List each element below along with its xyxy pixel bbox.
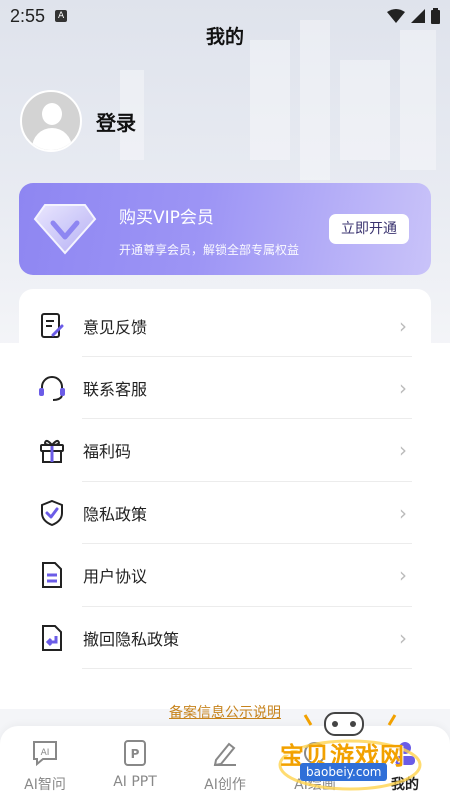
page-title: 我的 xyxy=(205,26,244,48)
svg-text:P: P xyxy=(131,747,140,761)
wifi-icon xyxy=(387,9,405,23)
chevron-right-icon: › xyxy=(399,314,407,338)
menu-item-revoke-privacy[interactable]: 撤回隐私政策 › xyxy=(19,607,431,669)
menu-item-welfare-code[interactable]: 福利码 › xyxy=(19,419,431,481)
tab-label: AI PPT xyxy=(113,774,157,790)
diamond-icon xyxy=(33,204,97,255)
profile-login[interactable]: 登录 xyxy=(20,90,136,152)
notification-a-icon: A xyxy=(55,10,68,22)
menu-item-user-agreement[interactable]: 用户协议 › xyxy=(19,544,431,606)
tab-ai-ppt[interactable]: P AI PPT xyxy=(90,738,180,790)
tab-ai-create[interactable]: AI创作 xyxy=(180,738,270,794)
divider xyxy=(82,668,412,669)
login-label[interactable]: 登录 xyxy=(96,107,136,136)
chevron-right-icon: › xyxy=(399,501,407,525)
ai-chat-icon: AI xyxy=(0,738,90,768)
gift-icon xyxy=(38,436,66,464)
signal-icon xyxy=(411,9,425,23)
shield-check-icon xyxy=(38,499,66,527)
document-icon xyxy=(38,561,66,589)
vip-subtitle: 开通尊享会员，解锁全部专属权益 xyxy=(119,243,300,257)
menu-item-label: 福利码 xyxy=(83,442,132,461)
svg-text:AI: AI xyxy=(41,748,50,758)
menu-item-label: 意见反馈 xyxy=(83,318,148,337)
revoke-document-icon xyxy=(38,624,66,652)
chevron-right-icon: › xyxy=(399,563,407,587)
chevron-right-icon: › xyxy=(399,626,407,650)
tab-ai-chat[interactable]: AI AI智问 xyxy=(0,738,90,794)
chevron-right-icon: › xyxy=(399,376,407,400)
headset-icon xyxy=(38,374,66,402)
menu-item-customer-service[interactable]: 联系客服 › xyxy=(19,357,431,419)
menu-item-label: 联系客服 xyxy=(83,380,148,399)
tab-label: AI创作 xyxy=(204,777,246,793)
menu-item-label: 隐私政策 xyxy=(83,505,148,524)
menu-item-label: 撤回隐私政策 xyxy=(83,630,180,649)
watermark-url: baobeiy.com xyxy=(300,763,388,781)
menu-item-label: 用户协议 xyxy=(83,567,148,586)
default-avatar-icon[interactable] xyxy=(20,90,82,152)
vip-banner[interactable]: 购买VIP会员 开通尊享会员，解锁全部专属权益 立即开通 xyxy=(19,183,431,275)
vip-open-button[interactable]: 立即开通 xyxy=(329,214,409,244)
menu-item-privacy-policy[interactable]: 隐私政策 › xyxy=(19,482,431,544)
menu-item-feedback[interactable]: 意见反馈 › xyxy=(19,295,431,357)
pen-icon xyxy=(180,738,270,768)
chevron-right-icon: › xyxy=(399,438,407,462)
vip-title: 购买VIP会员 xyxy=(119,208,214,228)
ppt-icon: P xyxy=(90,738,180,768)
tab-label: AI智问 xyxy=(24,777,66,793)
feedback-icon xyxy=(38,312,66,340)
